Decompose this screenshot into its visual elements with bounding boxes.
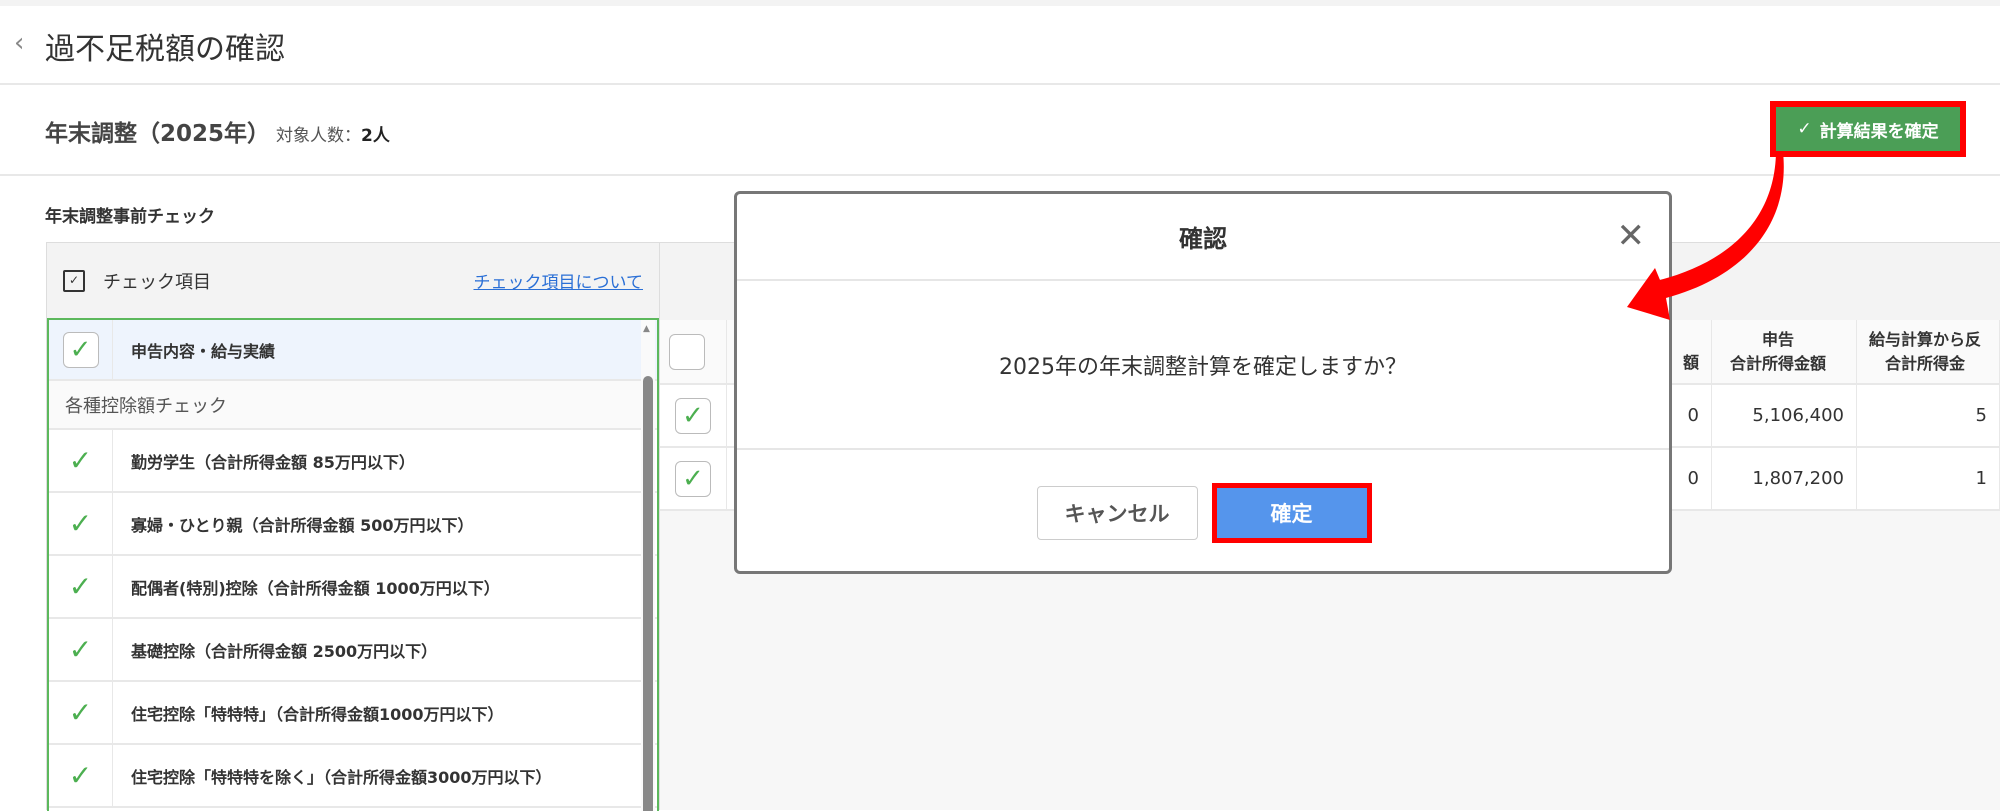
annotation-arrow-icon xyxy=(1627,152,1784,320)
